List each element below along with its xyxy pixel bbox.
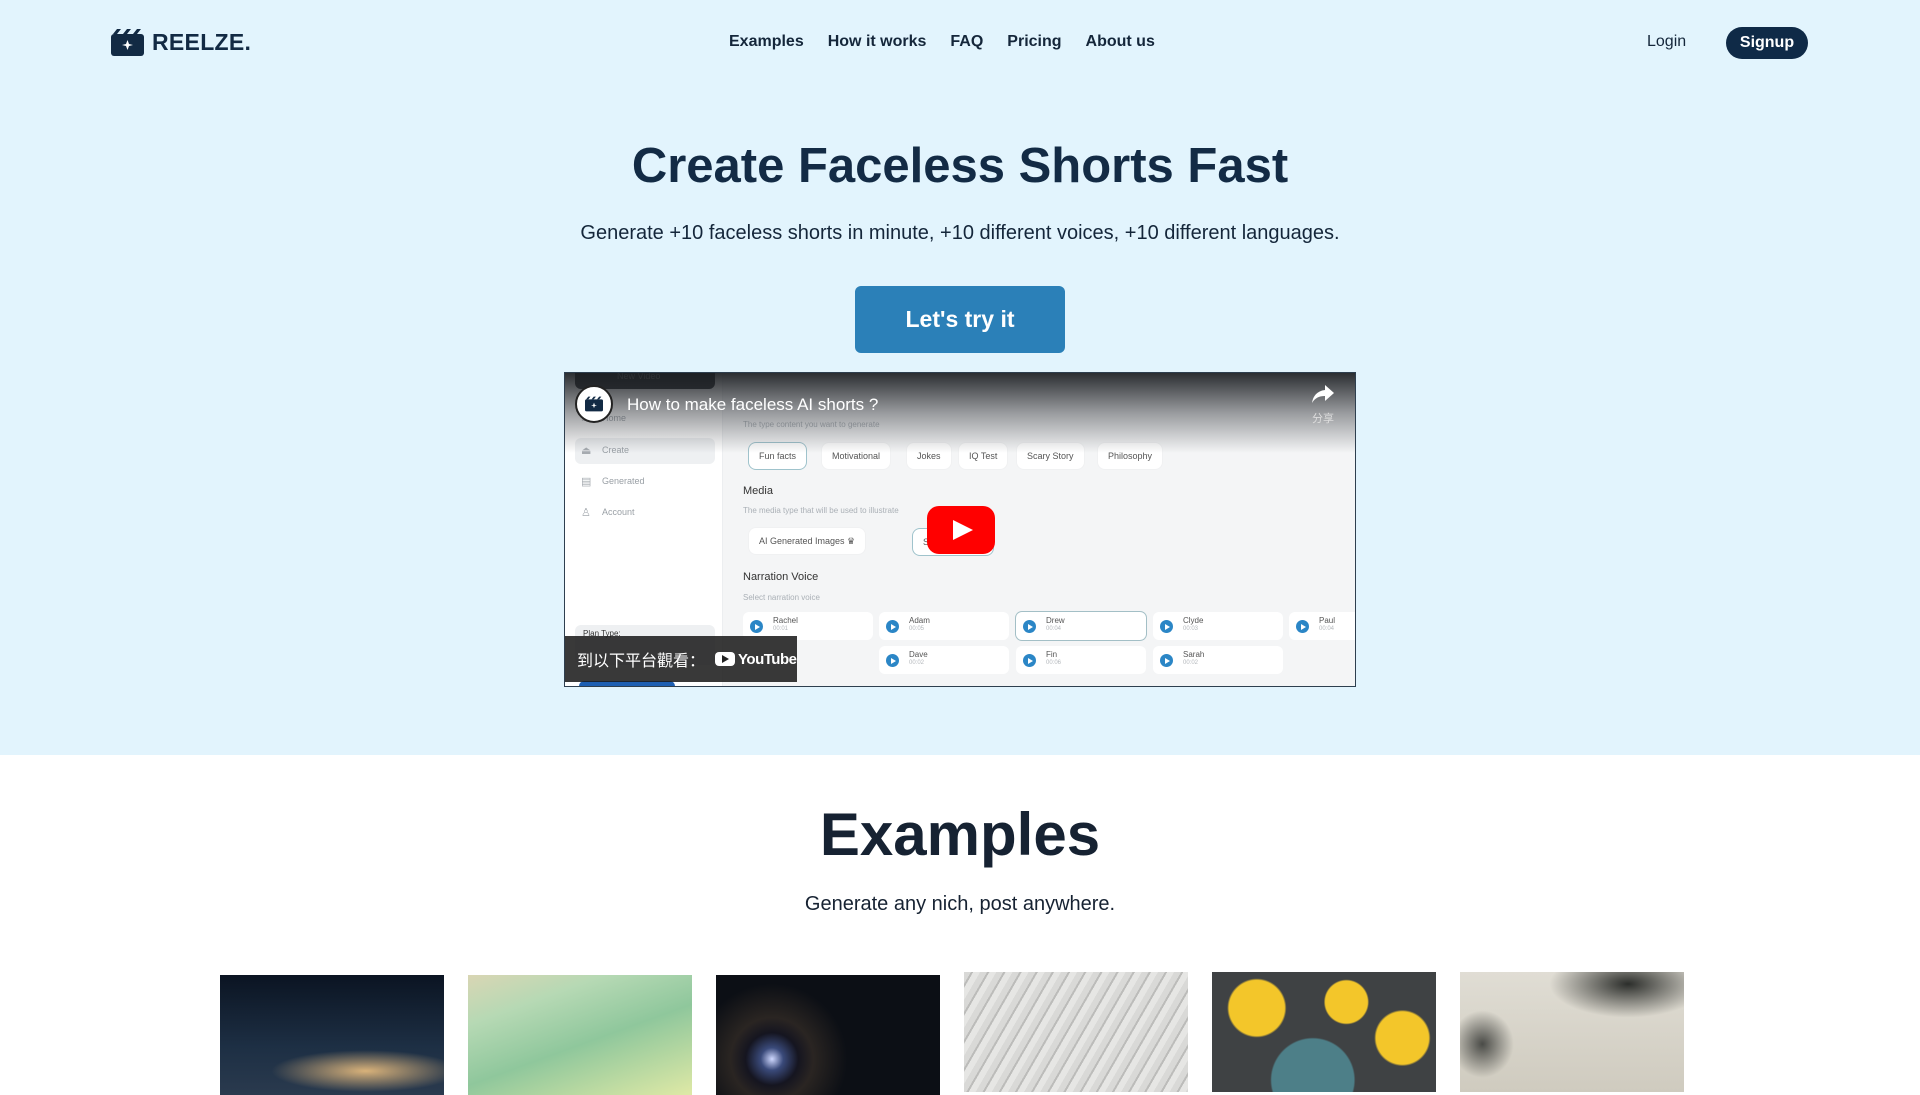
voice-card: Adam 00:05 [879,612,1009,640]
clapperboard-icon [585,396,603,412]
hero-title: Create Faceless Shorts Fast [631,139,1289,193]
signup-button[interactable]: Signup [1726,27,1808,59]
youtube-icon [715,652,736,666]
example-thumbnail[interactable] [1212,972,1436,1092]
nav-link-about-us[interactable]: About us [1086,33,1155,51]
play-icon [1023,654,1036,667]
voice-card: Drew 00:04 [1016,612,1146,640]
narration-label: Narration Voice [743,571,819,583]
youtube-play-button[interactable] [927,506,995,554]
youtube-logo: YouTube [715,651,797,668]
share-arrow-icon [1312,385,1334,403]
voice-card: Fin 00:06 [1016,646,1146,674]
examples-subtitle: Generate any nich, post anywhere. [804,893,1116,915]
sidebar-item-account: ♙ Account [581,507,635,519]
voice-card: Dave 00:02 [879,646,1009,674]
try-it-button[interactable]: Let's try it [855,286,1065,353]
hero-subtitle: Generate +10 faceless shorts in minute, … [580,222,1340,244]
login-link[interactable]: Login [1647,33,1686,51]
watch-on-label: 到以下平台觀看： [577,653,706,670]
channel-avatar[interactable] [575,385,613,423]
example-thumbnail[interactable] [964,972,1188,1092]
generated-icon: ▤ [581,476,592,488]
brand-logo[interactable]: REELZE. [111,29,251,56]
video-title[interactable]: How to make faceless AI shorts ? [627,395,878,415]
sidebar-item-generated: ▤ Generated [581,476,645,488]
play-icon [886,654,899,667]
example-thumbnail[interactable] [1460,972,1684,1092]
example-thumbnail[interactable] [220,975,444,1095]
nav-link-faq[interactable]: FAQ [950,33,983,51]
media-option: AI Generated Images ♛ [749,528,866,554]
nav-links: Examples How it works FAQ Pricing About … [729,33,1155,51]
clapperboard-icon [111,29,144,56]
nav-link-examples[interactable]: Examples [729,33,804,51]
nav-link-how-it-works[interactable]: How it works [828,33,927,51]
account-icon: ♙ [581,507,591,519]
play-icon [1160,620,1173,633]
hero-section: REELZE. Examples How it works FAQ Pricin… [0,0,1920,755]
watch-on-youtube-button[interactable]: 到以下平台觀看： YouTube [565,636,797,682]
share-label: 分享 [1312,413,1334,425]
play-icon [886,620,899,633]
media-hint: The media type that will be used to illu… [743,506,899,515]
top-nav: REELZE. Examples How it works FAQ Pricin… [0,0,1920,86]
nav-link-pricing[interactable]: Pricing [1007,33,1061,51]
voice-card: Clyde 00:03 [1153,612,1283,640]
examples-title: Examples [819,801,1101,868]
example-thumbnail[interactable] [716,975,940,1095]
voice-card: Paul 00:04 [1289,612,1355,640]
brand-name: REELZE. [152,29,252,55]
play-icon [750,620,763,633]
example-thumbnail[interactable] [468,975,692,1095]
media-label: Media [743,485,773,497]
play-icon [1023,620,1036,633]
play-icon [1160,654,1173,667]
voice-card: Sarah 00:02 [1153,646,1283,674]
play-icon [1296,620,1309,633]
narration-hint: Select narration voice [743,593,820,602]
share-button[interactable]: 分享 [1303,385,1343,426]
youtube-video-embed[interactable]: New Video ⌂Home ⏏Create ▤Generated ♙Acco… [564,372,1356,687]
